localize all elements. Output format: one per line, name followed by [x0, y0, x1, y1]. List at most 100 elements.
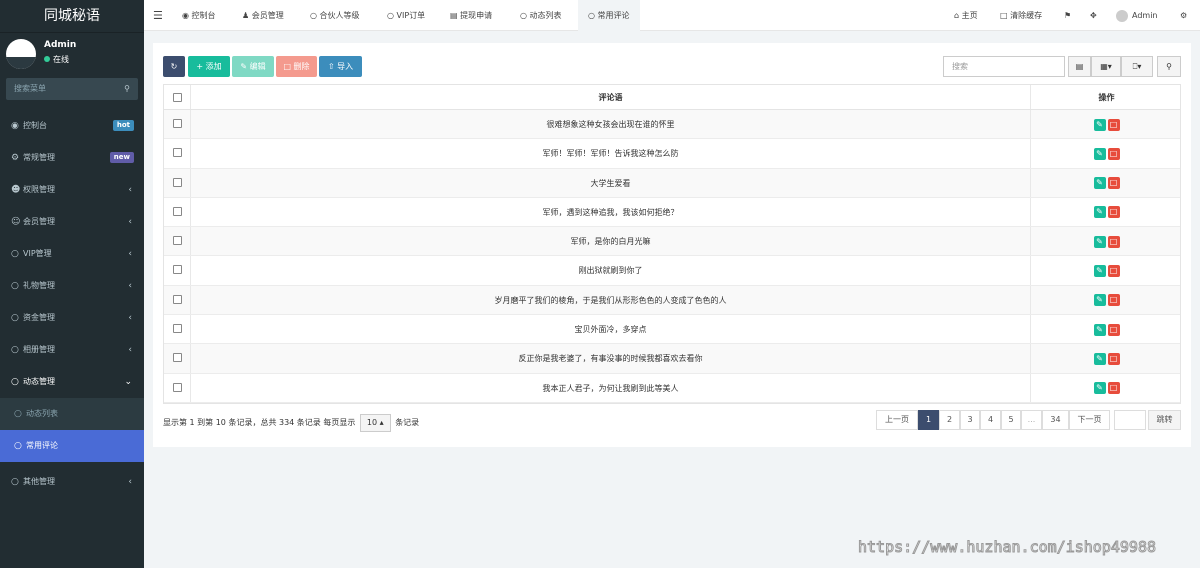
- settings-gear-icon[interactable]: ⚙: [1180, 0, 1187, 31]
- next-page-button[interactable]: 下一页: [1069, 410, 1110, 430]
- tab-dashboard[interactable]: ◉ 控制台: [182, 0, 216, 31]
- page-button[interactable]: 3: [960, 410, 980, 430]
- row-checkbox[interactable]: [173, 206, 182, 216]
- jump-page-input[interactable]: [1114, 410, 1146, 430]
- sidebar-item-label: 资金管理: [23, 313, 55, 322]
- delete-row-icon[interactable]: □: [1107, 147, 1120, 160]
- columns-dropdown-icon[interactable]: ▦▾: [1091, 56, 1121, 77]
- fullscreen-icon[interactable]: ✥: [1090, 0, 1097, 31]
- admin-user-menu[interactable]: Admin: [1116, 0, 1158, 31]
- delete-row-icon[interactable]: □: [1107, 323, 1120, 336]
- header-comment[interactable]: 评论语: [191, 85, 1030, 110]
- edit-label: 编辑: [249, 62, 266, 71]
- row-checkbox[interactable]: [173, 265, 182, 275]
- delete-button[interactable]: □ 删除: [276, 56, 317, 77]
- chevron-left-icon: ‹: [128, 185, 132, 195]
- comment-text: 宝贝外面冷，多穿点: [574, 325, 647, 335]
- export-dropdown-icon[interactable]: ⎕▾: [1121, 56, 1153, 77]
- edit-row-icon[interactable]: ✎: [1093, 206, 1106, 219]
- user-status: 在线: [44, 54, 69, 65]
- delete-row-icon[interactable]: □: [1107, 118, 1120, 131]
- select-all-checkbox[interactable]: [173, 93, 182, 102]
- delete-row-icon[interactable]: □: [1107, 294, 1120, 307]
- language-icon[interactable]: ⚑: [1064, 0, 1071, 31]
- delete-row-icon[interactable]: □: [1107, 177, 1120, 190]
- delete-row-icon[interactable]: □: [1107, 382, 1120, 395]
- sidebar-item-common-comments[interactable]: ○ 常用评论: [0, 430, 144, 462]
- sidebar-item-moment-list[interactable]: ○ 动态列表: [0, 398, 144, 430]
- tab-withdraw[interactable]: ▤ 提现申请: [450, 0, 492, 31]
- edit-row-icon[interactable]: ✎: [1093, 382, 1106, 395]
- clear-cache-button[interactable]: □ 清除缓存: [1000, 0, 1042, 31]
- app-logo[interactable]: 同城秘语: [0, 0, 144, 33]
- row-checkbox[interactable]: [173, 382, 182, 392]
- content-panel: ↻ + 添加 ✎ 编辑 □ 删除 ⇧ 导入 搜索 ▤ ▦▾ ⎕▾ ⚲ 评论语 操…: [153, 43, 1191, 447]
- edit-row-icon[interactable]: ✎: [1093, 352, 1106, 365]
- edit-row-icon[interactable]: ✎: [1093, 177, 1106, 190]
- tab-vip-order[interactable]: ○ VIP订单: [387, 0, 425, 31]
- row-actions: ✎ □: [1031, 256, 1182, 285]
- chevron-left-icon: ‹: [128, 249, 132, 259]
- edit-button[interactable]: ✎ 编辑: [232, 56, 274, 77]
- home-link[interactable]: ⌂ 主页: [954, 0, 978, 31]
- row-checkbox[interactable]: [173, 119, 182, 128]
- tab-common-comments[interactable]: ○ 常用评论: [578, 0, 640, 31]
- import-button[interactable]: ⇧ 导入: [319, 56, 362, 77]
- delete-row-icon[interactable]: □: [1107, 352, 1120, 365]
- sidebar-item-member[interactable]: ☺ 会员管理 ‹: [0, 206, 144, 238]
- row-checkbox[interactable]: [173, 148, 182, 158]
- delete-row-icon[interactable]: □: [1107, 235, 1120, 248]
- toggle-view-icon[interactable]: ▤: [1068, 56, 1091, 77]
- refresh-button[interactable]: ↻: [163, 56, 185, 77]
- sidebar-item-vip[interactable]: ○ VIP管理 ‹: [0, 238, 144, 270]
- menu-search-input[interactable]: 搜索菜单 ⚲: [6, 78, 138, 100]
- edit-row-icon[interactable]: ✎: [1093, 147, 1106, 160]
- sidebar-item-gift[interactable]: ○ 礼物管理 ‹: [0, 270, 144, 302]
- page-button[interactable]: 5: [1001, 410, 1021, 430]
- tab-label: 提现申请: [460, 11, 493, 20]
- edit-row-icon[interactable]: ✎: [1093, 294, 1106, 307]
- page-button[interactable]: 1: [918, 410, 939, 430]
- table-search-input[interactable]: 搜索: [943, 56, 1065, 77]
- circle-icon: ○: [11, 313, 19, 323]
- jump-button[interactable]: 跳转: [1148, 410, 1181, 430]
- delete-row-icon[interactable]: □: [1107, 264, 1120, 277]
- edit-row-icon[interactable]: ✎: [1093, 118, 1106, 131]
- tab-member[interactable]: ♟ 会员管理: [242, 0, 284, 31]
- menu-toggle-icon[interactable]: ☰: [153, 0, 163, 31]
- sidebar-item-funds[interactable]: ○ 资金管理 ‹: [0, 302, 144, 334]
- search-icon[interactable]: ⚲: [124, 78, 130, 100]
- sidebar-item-other[interactable]: ○ 其他管理 ‹: [0, 466, 144, 498]
- tab-partner-level[interactable]: ○ 合伙人等级: [310, 0, 360, 31]
- table-body: 很难想象这种女孩会出现在谁的怀里 ✎ □ 军师！军师！军师！告诉我这种怎么防 ✎ □ 大学生…: [164, 110, 1180, 403]
- row-checkbox[interactable]: [173, 353, 182, 363]
- sidebar-item-general[interactable]: ⚙ 常规管理 new: [0, 142, 144, 174]
- table-row: 岁月磨平了我们的棱角，于是我们从形形色色的人变成了色色的人 ✎ □: [164, 285, 1180, 316]
- page-button[interactable]: 4: [980, 410, 1001, 430]
- trash-icon: □: [1000, 11, 1011, 20]
- row-checkbox[interactable]: [173, 177, 182, 187]
- add-button[interactable]: + 添加: [188, 56, 230, 77]
- edit-row-icon[interactable]: ✎: [1093, 264, 1106, 277]
- edit-row-icon[interactable]: ✎: [1093, 323, 1106, 336]
- search-toggle-icon[interactable]: ⚲: [1157, 56, 1181, 77]
- comment-text: 反正你是我老婆了，有事没事的时候我都喜欢去看你: [518, 354, 703, 364]
- edit-row-icon[interactable]: ✎: [1093, 235, 1106, 248]
- row-checkbox[interactable]: [173, 236, 182, 246]
- sidebar: 同城秘语 Admin 在线 搜索菜单 ⚲ ◉ 控制台 hot ⚙ 常规管理 new ☻ 权限…: [0, 0, 144, 568]
- caret-up-icon: ▴: [379, 418, 384, 427]
- page-button[interactable]: 34: [1042, 410, 1069, 430]
- tab-moment-list[interactable]: ○ 动态列表: [520, 0, 562, 31]
- sidebar-item-auth[interactable]: ☻ 权限管理 ‹: [0, 174, 144, 206]
- sidebar-item-album[interactable]: ○ 相册管理 ‹: [0, 334, 144, 366]
- page-size-select[interactable]: 10 ▴: [359, 414, 391, 432]
- sidebar-item-dashboard[interactable]: ◉ 控制台 hot: [0, 110, 144, 142]
- row-actions: ✎ □: [1031, 344, 1182, 373]
- sidebar-item-moments[interactable]: ○ 动态管理 ⌄: [0, 366, 144, 398]
- table-header: 评论语 操作: [164, 85, 1180, 110]
- page-button[interactable]: 2: [939, 410, 960, 430]
- row-checkbox[interactable]: [173, 324, 182, 334]
- prev-page-button[interactable]: 上一页: [876, 410, 918, 430]
- delete-row-icon[interactable]: □: [1107, 206, 1120, 219]
- row-checkbox[interactable]: [173, 294, 182, 304]
